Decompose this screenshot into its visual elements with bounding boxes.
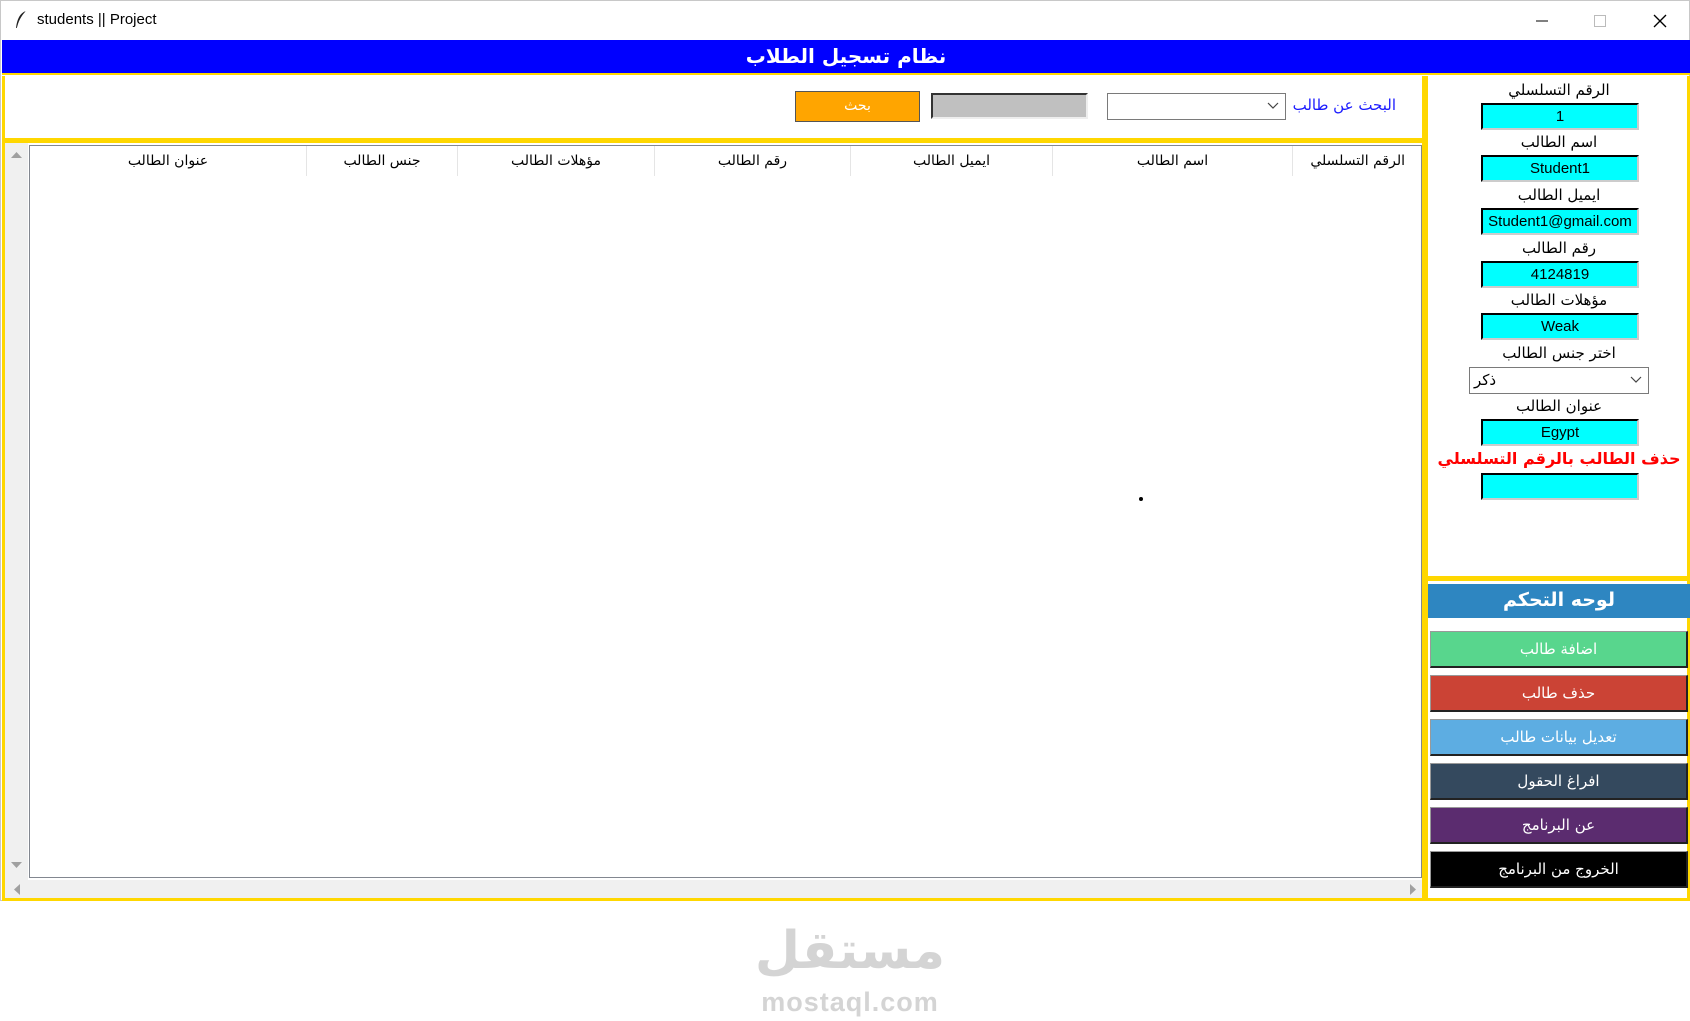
chevron-down-icon [1267,102,1279,109]
maximize-icon [1594,14,1606,27]
feather-icon [16,10,27,29]
column-header-name[interactable]: اسم الطالب [1053,146,1293,176]
title-bar: students || Project [1,1,1689,40]
column-header-address[interactable]: عنوان الطالب [30,146,307,176]
gender-select-value: ذكر [1474,371,1497,389]
control-panel: لوحه التحكم اضافة طالب حذف طالب تعديل بي… [1425,579,1690,901]
phone-label: رقم الطالب [1521,239,1597,257]
about-button[interactable]: عن البرنامج [1430,807,1688,844]
column-header-email[interactable]: ايميل الطالب [851,146,1053,176]
column-header-phone[interactable]: رقم الطالب [655,146,851,176]
window-title: students || Project [37,11,157,28]
name-label: اسم الطالب [1520,133,1598,151]
address-field[interactable]: Egypt [1481,419,1639,446]
students-table-container: الرقم التسلسلي اسم الطالب ايميل الطالب ر… [2,141,1425,1017]
search-bar: البحث عن طالب بحث [2,76,1425,141]
qualifications-label: مؤهلات الطالب [1510,291,1608,309]
address-label: عنوان الطالب [1515,397,1603,415]
maximize-button[interactable] [1571,1,1629,40]
scroll-down-icon[interactable] [11,861,22,869]
column-header-id[interactable]: الرقم التسلسلي [1293,146,1421,176]
column-header-qualifications[interactable]: مؤهلات الطالب [458,146,655,176]
clear-fields-button[interactable]: افراغ الحقول [1430,763,1688,800]
control-panel-title: لوحه التحكم [1428,584,1690,618]
scroll-up-icon[interactable] [11,151,22,159]
watermark-arabic: مستقل [754,921,946,981]
scroll-left-icon[interactable] [13,884,21,895]
qualifications-field[interactable]: Weak [1481,313,1639,340]
search-input[interactable] [931,93,1088,119]
delete-id-field[interactable] [1481,473,1639,500]
search-label: البحث عن طالب [1292,96,1396,114]
minimize-button[interactable] [1513,1,1571,40]
email-field[interactable]: Student1@gmail.com [1481,208,1639,235]
name-field[interactable]: Student1 [1481,155,1639,182]
exit-button[interactable]: الخروج من البرنامج [1430,851,1688,888]
gender-label: اختر جنس الطالب [1502,344,1616,362]
table-header: الرقم التسلسلي اسم الطالب ايميل الطالب ر… [30,146,1421,176]
column-header-gender[interactable]: جنس الطالب [307,146,458,176]
phone-field[interactable]: 4124819 [1481,261,1639,288]
chevron-down-icon [1630,376,1642,383]
add-student-button[interactable]: اضافة طالب [1430,631,1688,668]
students-table[interactable]: الرقم التسلسلي اسم الطالب ايميل الطالب ر… [29,145,1422,878]
cursor-dot [1139,497,1143,501]
horizontal-scrollbar[interactable] [5,880,1422,898]
delete-by-id-label: حذف الطالب بالرقم التسلسلي [1437,449,1681,468]
id-label: الرقم التسلسلي [1508,81,1610,99]
watermark-latin: mostaql.com [761,987,939,1017]
page-title: نظام تسجيل الطلاب [745,44,947,68]
app-header: نظام تسجيل الطلاب [2,40,1690,75]
search-field-select[interactable] [1107,93,1286,120]
app-window: students || Project نظام تسجيل الطلاب ال… [0,0,1690,1017]
mostaql-watermark: مستقل mostaql.com [745,921,955,1021]
student-form: الرقم التسلسلي 1 اسم الطالب Student1 ايم… [1425,76,1690,579]
search-button[interactable]: بحث [795,91,920,122]
edit-student-button[interactable]: تعديل بيانات طالب [1430,719,1688,756]
minimize-icon [1536,20,1548,21]
close-button[interactable] [1631,1,1689,40]
id-field[interactable]: 1 [1481,103,1639,130]
email-label: ايميل الطالب [1517,186,1601,204]
delete-student-button[interactable]: حذف طالب [1430,675,1688,712]
scroll-right-icon[interactable] [1409,884,1417,895]
gender-select[interactable]: ذكر [1469,367,1649,394]
vertical-scrollbar[interactable] [5,143,28,880]
close-icon [1653,14,1667,27]
